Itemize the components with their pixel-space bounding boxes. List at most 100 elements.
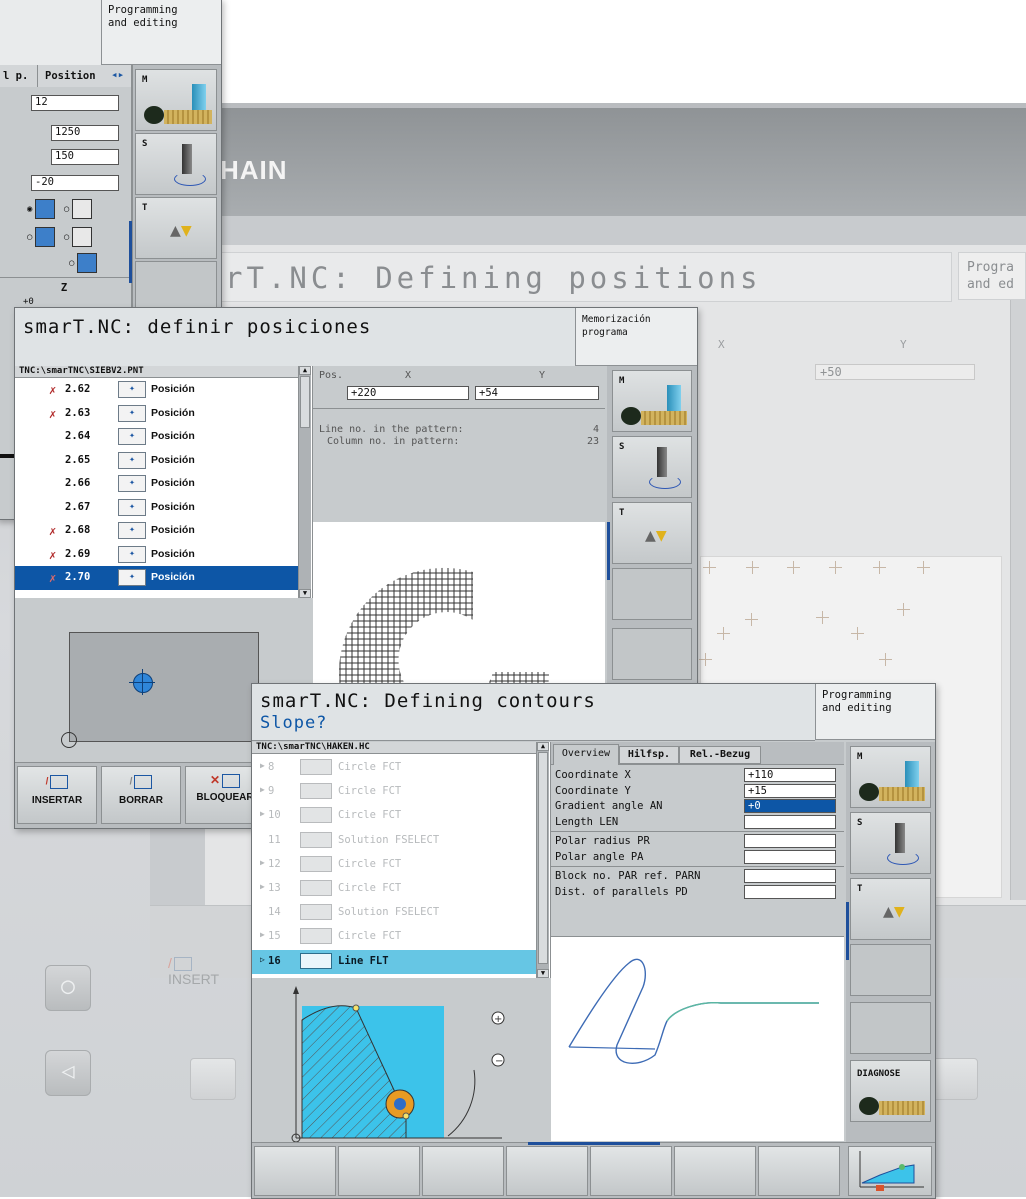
softkey-t[interactable]: T ▲▼: [850, 878, 931, 940]
list-item[interactable]: ▷ 16 Line FLT: [252, 949, 536, 974]
tab-scroll-icon[interactable]: ◂▸: [111, 68, 124, 81]
tab-rel-bezug[interactable]: Rel.-Bezug: [679, 746, 761, 764]
softkey-insertar[interactable]: / INSERTAR: [17, 766, 97, 824]
hardware-back-button[interactable]: ◁: [45, 1050, 91, 1096]
field-input[interactable]: [744, 884, 836, 899]
block-label: Circle FCT: [338, 785, 402, 798]
list-item[interactable]: 2.67 ✦ Posición: [15, 496, 298, 520]
softkey-7[interactable]: [758, 1146, 840, 1196]
block-number: 11: [268, 833, 281, 846]
x-value-field[interactable]: +220: [347, 386, 469, 400]
softkey-5[interactable]: [590, 1146, 672, 1196]
tab-position[interactable]: Position: [45, 70, 96, 82]
contour-element-icon: [300, 783, 332, 800]
softkey-6[interactable]: [674, 1146, 756, 1196]
expand-arrow-icon[interactable]: ▶: [260, 809, 265, 818]
expand-arrow-icon[interactable]: ▷: [260, 955, 265, 964]
softkey-m[interactable]: M: [135, 69, 217, 131]
softkey-empty-1[interactable]: [612, 568, 692, 620]
field-input[interactable]: [744, 814, 836, 829]
field-input[interactable]: +15: [744, 783, 836, 798]
tab-label-1[interactable]: l p.: [3, 70, 28, 82]
softkey-s[interactable]: S: [612, 436, 692, 498]
block-number: 2.64: [65, 430, 91, 442]
y-label: Y: [539, 370, 546, 381]
field-input[interactable]: +0: [744, 799, 836, 813]
list-item[interactable]: 14 Solution FSELECT: [252, 901, 536, 925]
softkey-s[interactable]: S: [850, 812, 931, 874]
list-scrollbar[interactable]: ▲ ▼: [536, 742, 549, 978]
form-row: Dist. of parallels PD: [551, 884, 841, 901]
field-input[interactable]: [744, 834, 836, 848]
list-item[interactable]: 2.65 ✦ Posición: [15, 449, 298, 473]
list-item[interactable]: 2.64 ✦ Posición: [15, 425, 298, 449]
field-label: Polar radius PR: [555, 835, 650, 847]
expand-arrow-icon[interactable]: ▶: [260, 882, 265, 891]
list-item[interactable]: ▶ 15 Circle FCT: [252, 925, 536, 949]
list-item[interactable]: ✗ 2.70 ✦ Posición: [15, 566, 298, 590]
list-item[interactable]: ▶ 12 Circle FCT: [252, 853, 536, 877]
list-item[interactable]: ▶ 8 Circle FCT: [252, 756, 536, 780]
radio-group-1[interactable]: ◉ ○: [27, 199, 93, 219]
expand-arrow-icon[interactable]: ▶: [260, 930, 265, 939]
field-value-4[interactable]: -20: [31, 175, 119, 191]
list-scrollbar[interactable]: ▲ ▼: [298, 366, 311, 598]
softkey-empty-2[interactable]: [612, 628, 692, 680]
list-item[interactable]: ▶ 13 Circle FCT: [252, 877, 536, 901]
title-bar: smarT.NC: definir posiciones: [15, 308, 575, 367]
field-input[interactable]: [744, 869, 836, 883]
block-number: 2.65: [65, 453, 91, 466]
softkey-diagnose[interactable]: DIAGNOSE: [850, 1060, 931, 1122]
hardware-key-left[interactable]: [190, 1058, 236, 1100]
softkey-empty-2[interactable]: [850, 1002, 931, 1054]
softkey-4[interactable]: [506, 1146, 588, 1196]
program-list: TNC:\smarTNC\HAKEN.HC ▶ 8 Circle FCT ▶ 9 Circ…: [252, 742, 551, 978]
block-number: 2.70: [65, 571, 91, 583]
hardware-key-right[interactable]: [932, 1058, 978, 1100]
block-number: 15: [268, 930, 281, 943]
machine-brand-strip: [210, 108, 1026, 216]
field-label: Dist. of parallels PD: [555, 885, 688, 898]
block-number: 2.68: [65, 524, 91, 536]
field-value-1[interactable]: 12: [31, 95, 119, 111]
field-value-3[interactable]: 150: [51, 149, 119, 165]
list-item[interactable]: 11 Solution FSELECT: [252, 829, 536, 853]
block-label: Line FLT: [338, 954, 389, 967]
file-path: TNC:\smarTNC\SIEBV2.PNT: [15, 366, 298, 378]
softkey-3[interactable]: [422, 1146, 504, 1196]
list-item[interactable]: ✗ 2.63 ✦ Posición: [15, 402, 298, 426]
hardware-cycle-button[interactable]: ◯: [45, 965, 91, 1011]
radio-group-2[interactable]: ○ ○: [27, 227, 93, 247]
softkey-2[interactable]: [338, 1146, 420, 1196]
softkey-t[interactable]: T ▲▼: [612, 502, 692, 564]
softkey-s[interactable]: S: [135, 133, 217, 195]
list-item[interactable]: ▶ 10 Circle FCT: [252, 804, 536, 828]
list-item[interactable]: ✗ 2.68 ✦ Posición: [15, 519, 298, 543]
background-mode-label: Progra and ed: [958, 252, 1026, 300]
contour-element-icon: [300, 952, 332, 969]
list-item[interactable]: ▶ 9 Circle FCT: [252, 780, 536, 804]
block-number: 2.63: [65, 406, 91, 419]
expand-arrow-icon[interactable]: ▶: [260, 785, 265, 794]
field-input[interactable]: [744, 849, 836, 864]
field-input[interactable]: +110: [744, 768, 836, 782]
block-label: Posición: [151, 500, 195, 513]
x-label: X: [405, 370, 412, 381]
softkey-m[interactable]: M: [850, 746, 931, 808]
y-value-field[interactable]: +54: [475, 386, 599, 400]
softkey-1[interactable]: [254, 1146, 336, 1196]
softkey-t[interactable]: T ▲▼: [135, 197, 217, 259]
radio-group-3[interactable]: ○: [69, 253, 98, 273]
softkey-m[interactable]: M: [612, 370, 692, 432]
softkey-contour-graphic[interactable]: [848, 1146, 932, 1196]
tab-hilfsp[interactable]: Hilfsp.: [619, 746, 679, 764]
expand-arrow-icon[interactable]: ▶: [260, 858, 265, 867]
tab-overview[interactable]: Overview: [553, 744, 619, 765]
list-item[interactable]: ✗ 2.62 ✦ Posición: [15, 378, 298, 402]
list-item[interactable]: 2.66 ✦ Posición: [15, 472, 298, 496]
softkey-empty-1[interactable]: [850, 944, 931, 996]
expand-arrow-icon[interactable]: ▶: [260, 761, 265, 770]
softkey-borrar[interactable]: / BORRAR: [101, 766, 181, 824]
list-item[interactable]: ✗ 2.69 ✦ Posición: [15, 543, 298, 567]
field-value-2[interactable]: 1250: [51, 125, 119, 141]
